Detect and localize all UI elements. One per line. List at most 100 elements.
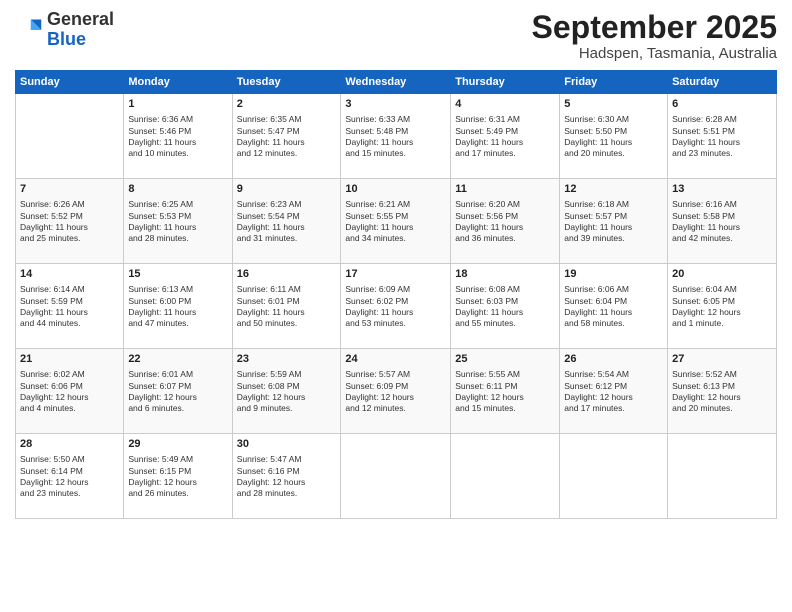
day-number: 18	[455, 267, 555, 282]
day-info: Sunrise: 6:31 AM Sunset: 5:49 PM Dayligh…	[455, 114, 555, 160]
header-monday: Monday	[124, 71, 232, 94]
day-cell: 19 Sunrise: 6:06 AM Sunset: 6:04 PM Dayli…	[560, 264, 668, 349]
day-number: 1	[128, 97, 227, 112]
day-cell: 20Sunrise: 6:04 AM Sunset: 6:05 PM Dayli…	[668, 264, 777, 349]
day-info: Sunrise: 6:36 AM Sunset: 5:46 PM Dayligh…	[128, 114, 227, 160]
day-number: 14	[20, 267, 119, 282]
day-info: Sunrise: 5:55 AM Sunset: 6:11 PM Dayligh…	[455, 369, 555, 415]
day-info: Sunrise: 6:25 AM Sunset: 5:53 PM Dayligh…	[128, 199, 227, 245]
week-row-2: 7 Sunrise: 6:26 AM Sunset: 5:52 PM Daylig…	[16, 179, 777, 264]
day-number: 25	[455, 352, 555, 367]
header-thursday: Thursday	[451, 71, 560, 94]
day-info: Sunrise: 6:14 AM Sunset: 5:59 PM Dayligh…	[20, 284, 119, 330]
header-saturday: Saturday	[668, 71, 777, 94]
day-cell: 12 Sunrise: 6:18 AM Sunset: 5:57 PM Dayli…	[560, 179, 668, 264]
day-cell: 3 Sunrise: 6:33 AM Sunset: 5:48 PM Daylig…	[341, 94, 451, 179]
day-cell: 7 Sunrise: 6:26 AM Sunset: 5:52 PM Daylig…	[16, 179, 124, 264]
day-info: Sunrise: 6:21 AM Sunset: 5:55 PM Dayligh…	[345, 199, 446, 245]
day-info: Sunrise: 6:28 AM Sunset: 5:51 PM Dayligh…	[672, 114, 772, 160]
header-friday: Friday	[560, 71, 668, 94]
calendar-table: Sunday Monday Tuesday Wednesday Thursday…	[15, 70, 777, 519]
day-cell	[16, 94, 124, 179]
day-info: Sunrise: 5:57 AM Sunset: 6:09 PM Dayligh…	[345, 369, 446, 415]
day-cell: 11 Sunrise: 6:20 AM Sunset: 5:56 PM Dayli…	[451, 179, 560, 264]
day-info: Sunrise: 6:26 AM Sunset: 5:52 PM Dayligh…	[20, 199, 119, 245]
header: General Blue September 2025 Hadspen, Tas…	[15, 10, 777, 62]
logo-text: General Blue	[47, 10, 114, 50]
day-number: 29	[128, 437, 227, 452]
day-info: Sunrise: 6:23 AM Sunset: 5:54 PM Dayligh…	[237, 199, 337, 245]
day-number: 6	[672, 97, 772, 112]
week-row-4: 21Sunrise: 6:02 AM Sunset: 6:06 PM Dayli…	[16, 349, 777, 434]
day-number: 16	[237, 267, 337, 282]
logo-icon	[15, 16, 43, 44]
day-number: 3	[345, 97, 446, 112]
day-info: Sunrise: 6:18 AM Sunset: 5:57 PM Dayligh…	[564, 199, 663, 245]
day-info: Sunrise: 6:33 AM Sunset: 5:48 PM Dayligh…	[345, 114, 446, 160]
day-cell: 30 Sunrise: 5:47 AM Sunset: 6:16 PM Dayli…	[232, 434, 341, 519]
day-info: Sunrise: 6:06 AM Sunset: 6:04 PM Dayligh…	[564, 284, 663, 330]
day-number: 28	[20, 437, 119, 452]
day-number: 24	[345, 352, 446, 367]
day-cell: 9 Sunrise: 6:23 AM Sunset: 5:54 PM Daylig…	[232, 179, 341, 264]
day-cell: 27Sunrise: 5:52 AM Sunset: 6:13 PM Dayli…	[668, 349, 777, 434]
day-number: 7	[20, 182, 119, 197]
day-info: Sunrise: 6:30 AM Sunset: 5:50 PM Dayligh…	[564, 114, 663, 160]
day-cell: 24 Sunrise: 5:57 AM Sunset: 6:09 PM Dayli…	[341, 349, 451, 434]
day-number: 30	[237, 437, 337, 452]
day-info: Sunrise: 5:49 AM Sunset: 6:15 PM Dayligh…	[128, 454, 227, 500]
day-cell	[341, 434, 451, 519]
day-info: Sunrise: 5:47 AM Sunset: 6:16 PM Dayligh…	[237, 454, 337, 500]
day-info: Sunrise: 6:16 AM Sunset: 5:58 PM Dayligh…	[672, 199, 772, 245]
day-cell: 4Sunrise: 6:31 AM Sunset: 5:49 PM Daylig…	[451, 94, 560, 179]
day-info: Sunrise: 5:54 AM Sunset: 6:12 PM Dayligh…	[564, 369, 663, 415]
page: General Blue September 2025 Hadspen, Tas…	[0, 0, 792, 612]
day-cell: 25 Sunrise: 5:55 AM Sunset: 6:11 PM Dayli…	[451, 349, 560, 434]
day-number: 11	[455, 182, 555, 197]
day-number: 17	[345, 267, 446, 282]
header-wednesday: Wednesday	[341, 71, 451, 94]
day-cell: 28 Sunrise: 5:50 AM Sunset: 6:14 PM Dayli…	[16, 434, 124, 519]
title-block: September 2025 Hadspen, Tasmania, Austra…	[532, 10, 777, 62]
day-info: Sunrise: 6:01 AM Sunset: 6:07 PM Dayligh…	[128, 369, 227, 415]
day-cell: 13Sunrise: 6:16 AM Sunset: 5:58 PM Dayli…	[668, 179, 777, 264]
header-tuesday: Tuesday	[232, 71, 341, 94]
day-number: 12	[564, 182, 663, 197]
week-row-5: 28 Sunrise: 5:50 AM Sunset: 6:14 PM Dayli…	[16, 434, 777, 519]
day-cell: 10 Sunrise: 6:21 AM Sunset: 5:55 PM Dayli…	[341, 179, 451, 264]
header-sunday: Sunday	[16, 71, 124, 94]
week-row-1: 1 Sunrise: 6:36 AM Sunset: 5:46 PM Daylig…	[16, 94, 777, 179]
day-cell: 18Sunrise: 6:08 AM Sunset: 6:03 PM Dayli…	[451, 264, 560, 349]
day-number: 8	[128, 182, 227, 197]
day-cell: 23Sunrise: 5:59 AM Sunset: 6:08 PM Dayli…	[232, 349, 341, 434]
day-info: Sunrise: 6:20 AM Sunset: 5:56 PM Dayligh…	[455, 199, 555, 245]
header-row: Sunday Monday Tuesday Wednesday Thursday…	[16, 71, 777, 94]
day-info: Sunrise: 6:09 AM Sunset: 6:02 PM Dayligh…	[345, 284, 446, 330]
day-info: Sunrise: 5:59 AM Sunset: 6:08 PM Dayligh…	[237, 369, 337, 415]
day-cell	[668, 434, 777, 519]
logo-blue: Blue	[47, 29, 86, 49]
day-cell: 29 Sunrise: 5:49 AM Sunset: 6:15 PM Dayli…	[124, 434, 232, 519]
day-number: 10	[345, 182, 446, 197]
day-info: Sunrise: 5:52 AM Sunset: 6:13 PM Dayligh…	[672, 369, 772, 415]
day-cell: 8 Sunrise: 6:25 AM Sunset: 5:53 PM Daylig…	[124, 179, 232, 264]
day-cell: 22 Sunrise: 6:01 AM Sunset: 6:07 PM Dayli…	[124, 349, 232, 434]
day-number: 20	[672, 267, 772, 282]
day-cell: 1 Sunrise: 6:36 AM Sunset: 5:46 PM Daylig…	[124, 94, 232, 179]
day-cell: 16Sunrise: 6:11 AM Sunset: 6:01 PM Dayli…	[232, 264, 341, 349]
day-cell: 21Sunrise: 6:02 AM Sunset: 6:06 PM Dayli…	[16, 349, 124, 434]
day-number: 19	[564, 267, 663, 282]
location: Hadspen, Tasmania, Australia	[532, 45, 777, 62]
day-number: 9	[237, 182, 337, 197]
day-cell	[560, 434, 668, 519]
day-info: Sunrise: 5:50 AM Sunset: 6:14 PM Dayligh…	[20, 454, 119, 500]
day-info: Sunrise: 6:35 AM Sunset: 5:47 PM Dayligh…	[237, 114, 337, 160]
logo-general: General	[47, 9, 114, 29]
day-cell: 6 Sunrise: 6:28 AM Sunset: 5:51 PM Daylig…	[668, 94, 777, 179]
day-number: 22	[128, 352, 227, 367]
day-cell: 5Sunrise: 6:30 AM Sunset: 5:50 PM Daylig…	[560, 94, 668, 179]
day-cell: 17 Sunrise: 6:09 AM Sunset: 6:02 PM Dayli…	[341, 264, 451, 349]
day-cell: 2Sunrise: 6:35 AM Sunset: 5:47 PM Daylig…	[232, 94, 341, 179]
day-number: 21	[20, 352, 119, 367]
month-title: September 2025	[532, 10, 777, 45]
